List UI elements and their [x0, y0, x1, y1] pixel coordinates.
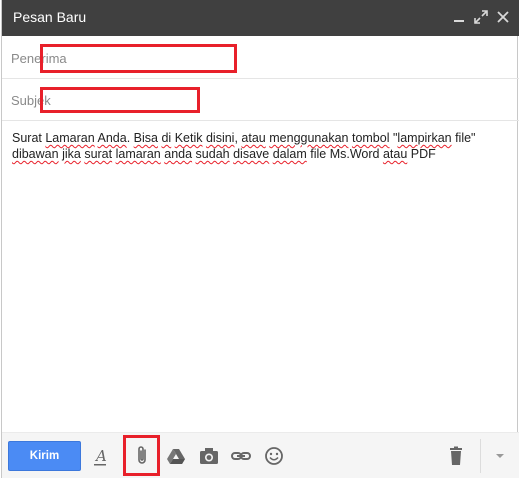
more-options-icon[interactable]: [488, 444, 512, 468]
spellcheck-word: tombol: [351, 131, 390, 145]
body-text-segment: file": [451, 131, 476, 145]
body-text-segment: Surat: [12, 131, 46, 145]
spellcheck-word: dibawan: [12, 147, 59, 161]
expand-icon[interactable]: [472, 8, 490, 26]
spellcheck-word: Anda: [97, 131, 127, 145]
attach-icon[interactable]: [131, 444, 155, 468]
spellcheck-word: di: [161, 131, 172, 145]
recipient-row: [2, 37, 519, 79]
message-body[interactable]: Surat Lamaran Anda. Bisa di Ketik disini…: [12, 130, 510, 162]
spellcheck-word: surat: [84, 147, 113, 161]
spellcheck-word: Ketik: [174, 131, 203, 145]
body-text-segment: file Ms.Word: [306, 147, 383, 161]
spellcheck-word: sudah: [195, 147, 230, 161]
toolbar-divider: [480, 439, 481, 473]
body-text-segment: PDF: [407, 147, 436, 161]
spellcheck-word: atau: [241, 131, 266, 145]
svg-text:A: A: [94, 447, 107, 465]
spellcheck-word: lampirkan: [397, 131, 452, 145]
trash-icon[interactable]: [444, 444, 468, 468]
drive-icon[interactable]: [164, 444, 188, 468]
spellcheck-word: anda: [164, 147, 193, 161]
close-icon[interactable]: [494, 8, 512, 26]
subject-input[interactable]: [11, 91, 491, 109]
recipient-input[interactable]: [11, 49, 491, 67]
formatting-icon[interactable]: A: [88, 444, 112, 468]
spellcheck-word: dalam: [272, 147, 307, 161]
window-title: Pesan Baru: [13, 9, 87, 25]
compose-window: Pesan Baru Surat Lamaran Anda. Bisa di K…: [1, 0, 519, 478]
spellcheck-word: lamaran: [115, 147, 161, 161]
spellcheck-word: menggunakan: [269, 131, 349, 145]
subject-row: [2, 79, 519, 121]
spellcheck-word: jika: [62, 147, 81, 161]
spellcheck-word: Lamaran: [45, 131, 95, 145]
emoji-icon[interactable]: [262, 444, 286, 468]
spellcheck-word: Bisa: [133, 131, 158, 145]
spellcheck-word: disini: [205, 131, 235, 145]
minimize-icon[interactable]: [450, 8, 468, 26]
link-icon[interactable]: [229, 444, 253, 468]
compose-toolbar: Kirim A: [2, 432, 519, 478]
spellcheck-word: disave: [233, 147, 270, 161]
send-button[interactable]: Kirim: [8, 441, 81, 471]
body-text-segment: .: [126, 131, 134, 145]
spellcheck-word: atau: [382, 147, 408, 161]
photo-icon[interactable]: [197, 444, 221, 468]
compose-title-bar: Pesan Baru: [2, 0, 519, 36]
